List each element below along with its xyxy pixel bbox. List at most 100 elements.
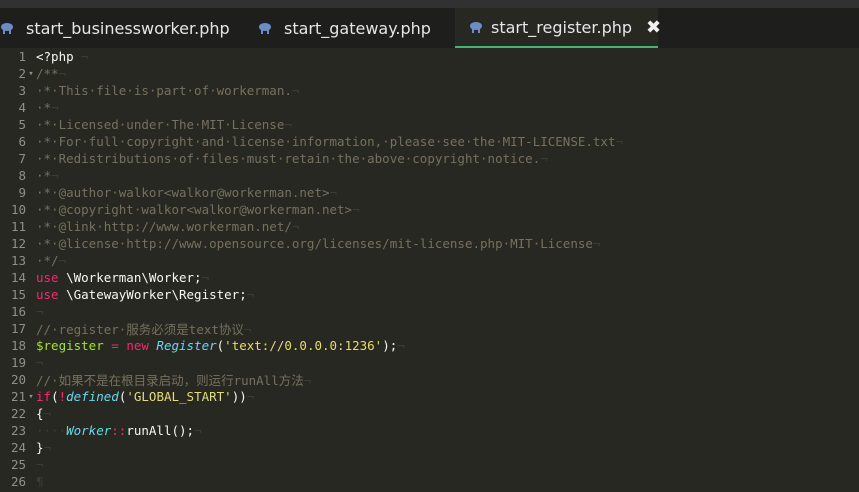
code-line[interactable]: 18 $register = new Register('text://0.0.0… [0, 337, 859, 354]
line-number: 17 [10, 321, 26, 336]
code-line[interactable]: 25 ¬ [0, 456, 859, 473]
code-token: Register [156, 338, 217, 353]
code-token: use [36, 270, 59, 285]
code-token: ¶ [36, 474, 44, 489]
code-line[interactable]: 17 //·register·服务必须是text协议¬ [0, 320, 859, 337]
code-token: ¬ [43, 406, 52, 421]
code-line[interactable]: 8 ·*¬ [0, 167, 859, 184]
code-line[interactable]: 26 ¶ [0, 473, 859, 490]
code-token: \Workerman\Worker; [58, 270, 202, 285]
code-content: ¬ [36, 457, 44, 472]
code-token: ¬ [194, 423, 202, 438]
line-number: 20 [10, 372, 26, 387]
code-content: ·*¬ [36, 168, 59, 183]
code-line[interactable]: 16 ¬ [0, 303, 859, 320]
line-number: 9 [18, 185, 26, 200]
line-number: 18 [10, 338, 26, 353]
tab-label: start_businessworker.php [26, 18, 230, 38]
code-token: ); [382, 338, 398, 353]
line-number: 12 [10, 236, 26, 251]
code-line[interactable]: 4 ·*¬ [0, 99, 859, 116]
code-token: ¬ [303, 373, 312, 388]
code-line[interactable]: 11 ·*·@link·http://www.workerman.net/¬ [0, 218, 859, 235]
code-content: ·*·For·full·copyright·and·license·inform… [36, 134, 623, 149]
php-elephant-icon [258, 21, 276, 35]
code-line[interactable]: 20 //·如果不是在根目录启动，则运行runAll方法¬ [0, 371, 859, 388]
tab-label: start_gateway.php [284, 18, 431, 38]
code-content: ·*·@author·walkor<walkor@workerman.net>¬ [36, 185, 337, 200]
code-content: {¬ [36, 406, 51, 421]
close-icon[interactable]: ✖ [646, 17, 661, 38]
code-line[interactable]: 23 ····Worker::runAll();¬ [0, 422, 859, 439]
code-content: ·*·@link·http://www.workerman.net/¬ [36, 219, 299, 234]
code-line[interactable]: 9 ·*·@author·walkor<walkor@workerman.net>… [0, 184, 859, 201]
code-line[interactable]: 7 ·*·Redistributions·of·files·must·retain… [0, 150, 859, 167]
code-content: <?php ¬ [36, 49, 89, 64]
code-token: ¬ [51, 168, 59, 183]
line-number: 15 [10, 287, 26, 302]
code-token: )) [231, 389, 247, 404]
tab-bar: start_businessworker.php start_gateway.p… [0, 0, 859, 48]
line-number: 19 [10, 355, 26, 370]
line-number: 4 [18, 100, 26, 115]
line-number: 10 [10, 202, 26, 217]
line-number: 2 [18, 66, 26, 81]
code-token: ·*·@author·walkor<walkor@workerman.net> [36, 185, 330, 200]
code-content: ·*¬ [36, 100, 59, 115]
code-token: defined [66, 389, 119, 404]
code-line[interactable]: 13 ·*/¬ [0, 252, 859, 269]
code-line[interactable]: 14 use \Workerman\Worker;¬ [0, 269, 859, 286]
fold-arrow-icon[interactable]: ▾ [26, 69, 36, 79]
code-line[interactable]: 3 ·*·This·file·is·part·of·workerman.¬ [0, 82, 859, 99]
tab-start-businessworker[interactable]: start_businessworker.php [0, 8, 240, 48]
code-line[interactable]: 5 ·*·Licensed·under·The·MIT·License¬ [0, 116, 859, 133]
code-line[interactable]: 1 <?php ¬ [0, 48, 859, 65]
code-token: :: [111, 423, 127, 438]
code-token: ¬ [43, 440, 52, 455]
code-token: } [36, 440, 44, 455]
code-content: use \Workerman\Worker;¬ [36, 270, 209, 285]
code-token: ¬ [246, 389, 255, 404]
tab-start-register[interactable]: start_register.php ✖ [455, 8, 661, 48]
code-content: use \GatewayWorker\Register;¬ [36, 287, 254, 302]
line-number: 24 [10, 440, 26, 455]
code-content: //·register·服务必须是text协议¬ [36, 319, 251, 338]
code-line[interactable]: 22 {¬ [0, 405, 859, 422]
code-content: $register = new Register('text://0.0.0.0… [36, 338, 405, 353]
code-line[interactable]: 19 ¬ [0, 354, 859, 371]
code-token: use [36, 287, 59, 302]
line-number: 7 [18, 151, 26, 166]
code-token: ·*·Redistributions·of·files·must·retain·… [36, 151, 541, 166]
code-token: ·* [36, 168, 52, 183]
code-token: $register [36, 338, 104, 353]
code-content: ····Worker::runAll();¬ [36, 423, 202, 438]
code-line[interactable]: 10 ·*·@copyright·walkor<walkor@workerman.… [0, 201, 859, 218]
code-token: 'GLOBAL_START' [126, 389, 232, 404]
code-line[interactable]: 2 ▾/**¬ [0, 65, 859, 82]
code-token: runAll(); [126, 423, 195, 438]
code-token: = [103, 338, 127, 353]
line-number: 11 [10, 219, 26, 234]
line-number: 23 [10, 423, 26, 438]
code-token: ¬ [291, 219, 300, 234]
line-number: 14 [10, 270, 26, 285]
code-token: new [126, 338, 149, 353]
code-token: ·*·@license·http://www.opensource.org/li… [36, 236, 593, 251]
line-number: 26 [10, 474, 26, 489]
tab-start-gateway[interactable]: start_gateway.php [258, 8, 454, 48]
fold-arrow-icon[interactable]: ▾ [26, 392, 36, 402]
code-token: ¬ [352, 202, 360, 217]
code-line[interactable]: 24}¬ [0, 439, 859, 456]
code-line[interactable]: 21 ▾ if(!defined('GLOBAL_START'))¬ [0, 388, 859, 405]
code-token: ! [58, 389, 67, 404]
line-number: 25 [10, 457, 26, 472]
code-token: ·*·@copyright·walkor<walkor@workerman.ne… [36, 202, 353, 217]
code-token: ¬ [36, 304, 44, 319]
line-number: 3 [18, 83, 26, 98]
code-token: ¬ [201, 270, 210, 285]
code-line[interactable]: 6 ·*·For·full·copyright·and·license·infor… [0, 133, 859, 150]
code-line[interactable]: 15 use \GatewayWorker\Register;¬ [0, 286, 859, 303]
code-line[interactable]: 12 ·*·@license·http://www.opensource.org/… [0, 235, 859, 252]
code-token: //·如果不是在根目录启动，则运行runAll方法 [36, 373, 304, 388]
code-editor[interactable]: 1 <?php ¬ 2 ▾/**¬ 3 ·*·This·file·is·part·of·w… [0, 48, 859, 490]
